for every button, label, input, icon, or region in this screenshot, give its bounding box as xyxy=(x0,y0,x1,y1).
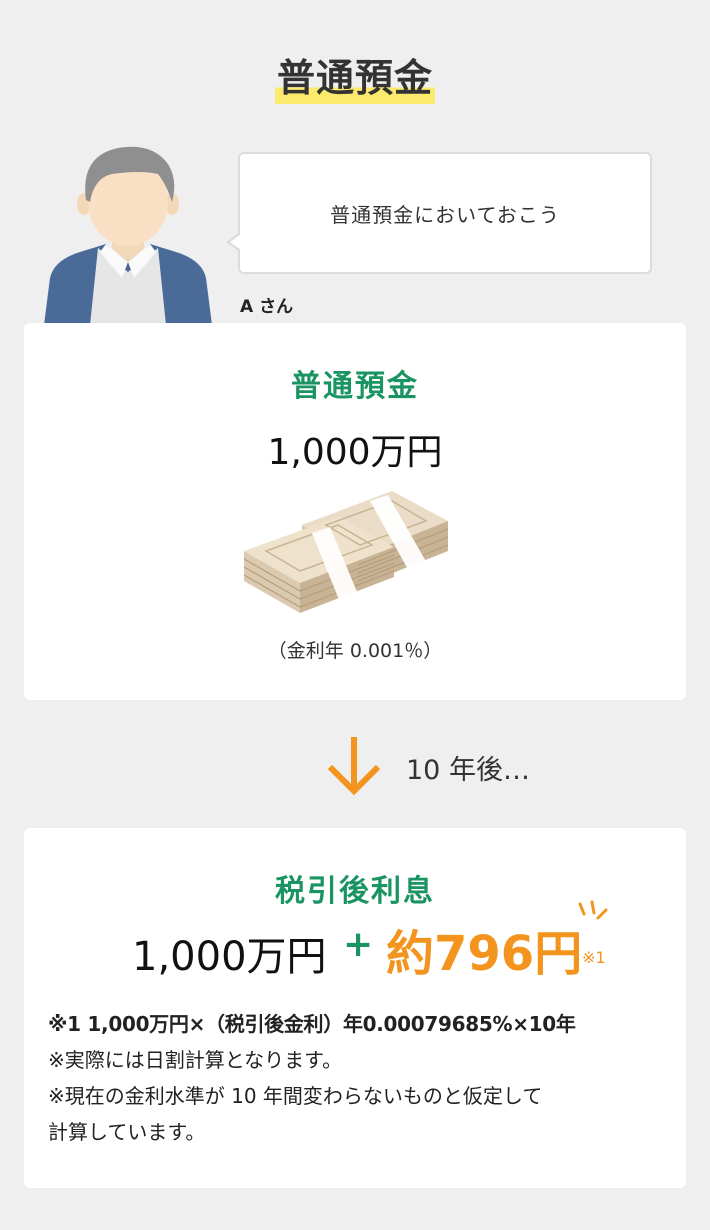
footnote-daily-calc: ※実際には日割計算となります。 xyxy=(48,1048,343,1072)
savings-heading: 普通預金 xyxy=(291,369,419,404)
principal-amount: 1,000万円 xyxy=(132,934,327,980)
footnote-calculation: ※1 1,000万円×（税引後金利）年0.00079685%×10年 xyxy=(48,1012,576,1036)
interest-result-card: 税引後利息 1,000万円 + 約796円 ※1 ※1 1,000万円×（税引後… xyxy=(24,828,686,1188)
page-title-wrap: 普通預金 xyxy=(0,52,710,104)
person-avatar xyxy=(44,146,212,325)
savings-amount: 1,000万円 xyxy=(267,432,443,473)
page-title: 普通預金 xyxy=(274,52,435,104)
speech-bubble: 普通預金においておこう xyxy=(226,152,652,274)
speaker-name: A さん xyxy=(240,297,294,317)
footnote-assumption-cont: 計算しています。 xyxy=(48,1120,206,1144)
footnote-mark: ※1 xyxy=(582,948,606,967)
interest-amount: 約796円 xyxy=(386,926,583,982)
interest-rate-note: （金利年 0.001％） xyxy=(267,640,443,662)
speech-bubble-text: 普通預金においておこう xyxy=(330,202,560,227)
plus-sign: + xyxy=(343,924,374,965)
footnotes: ※1 1,000万円×（税引後金利）年0.00079685%×10年 ※実際には… xyxy=(48,1006,668,1150)
ten-years-later-text: 10 年後… xyxy=(406,755,530,786)
savings-card: 普通預金 1,000万円 （金利年 0.001％） xyxy=(24,323,686,700)
arrow-down-icon xyxy=(327,737,381,796)
footnote-assumption: ※現在の金利水準が 10 年間変わらないものと仮定して xyxy=(48,1084,543,1108)
sparkle-icon xyxy=(578,900,608,920)
money-stack-icon xyxy=(243,491,449,613)
